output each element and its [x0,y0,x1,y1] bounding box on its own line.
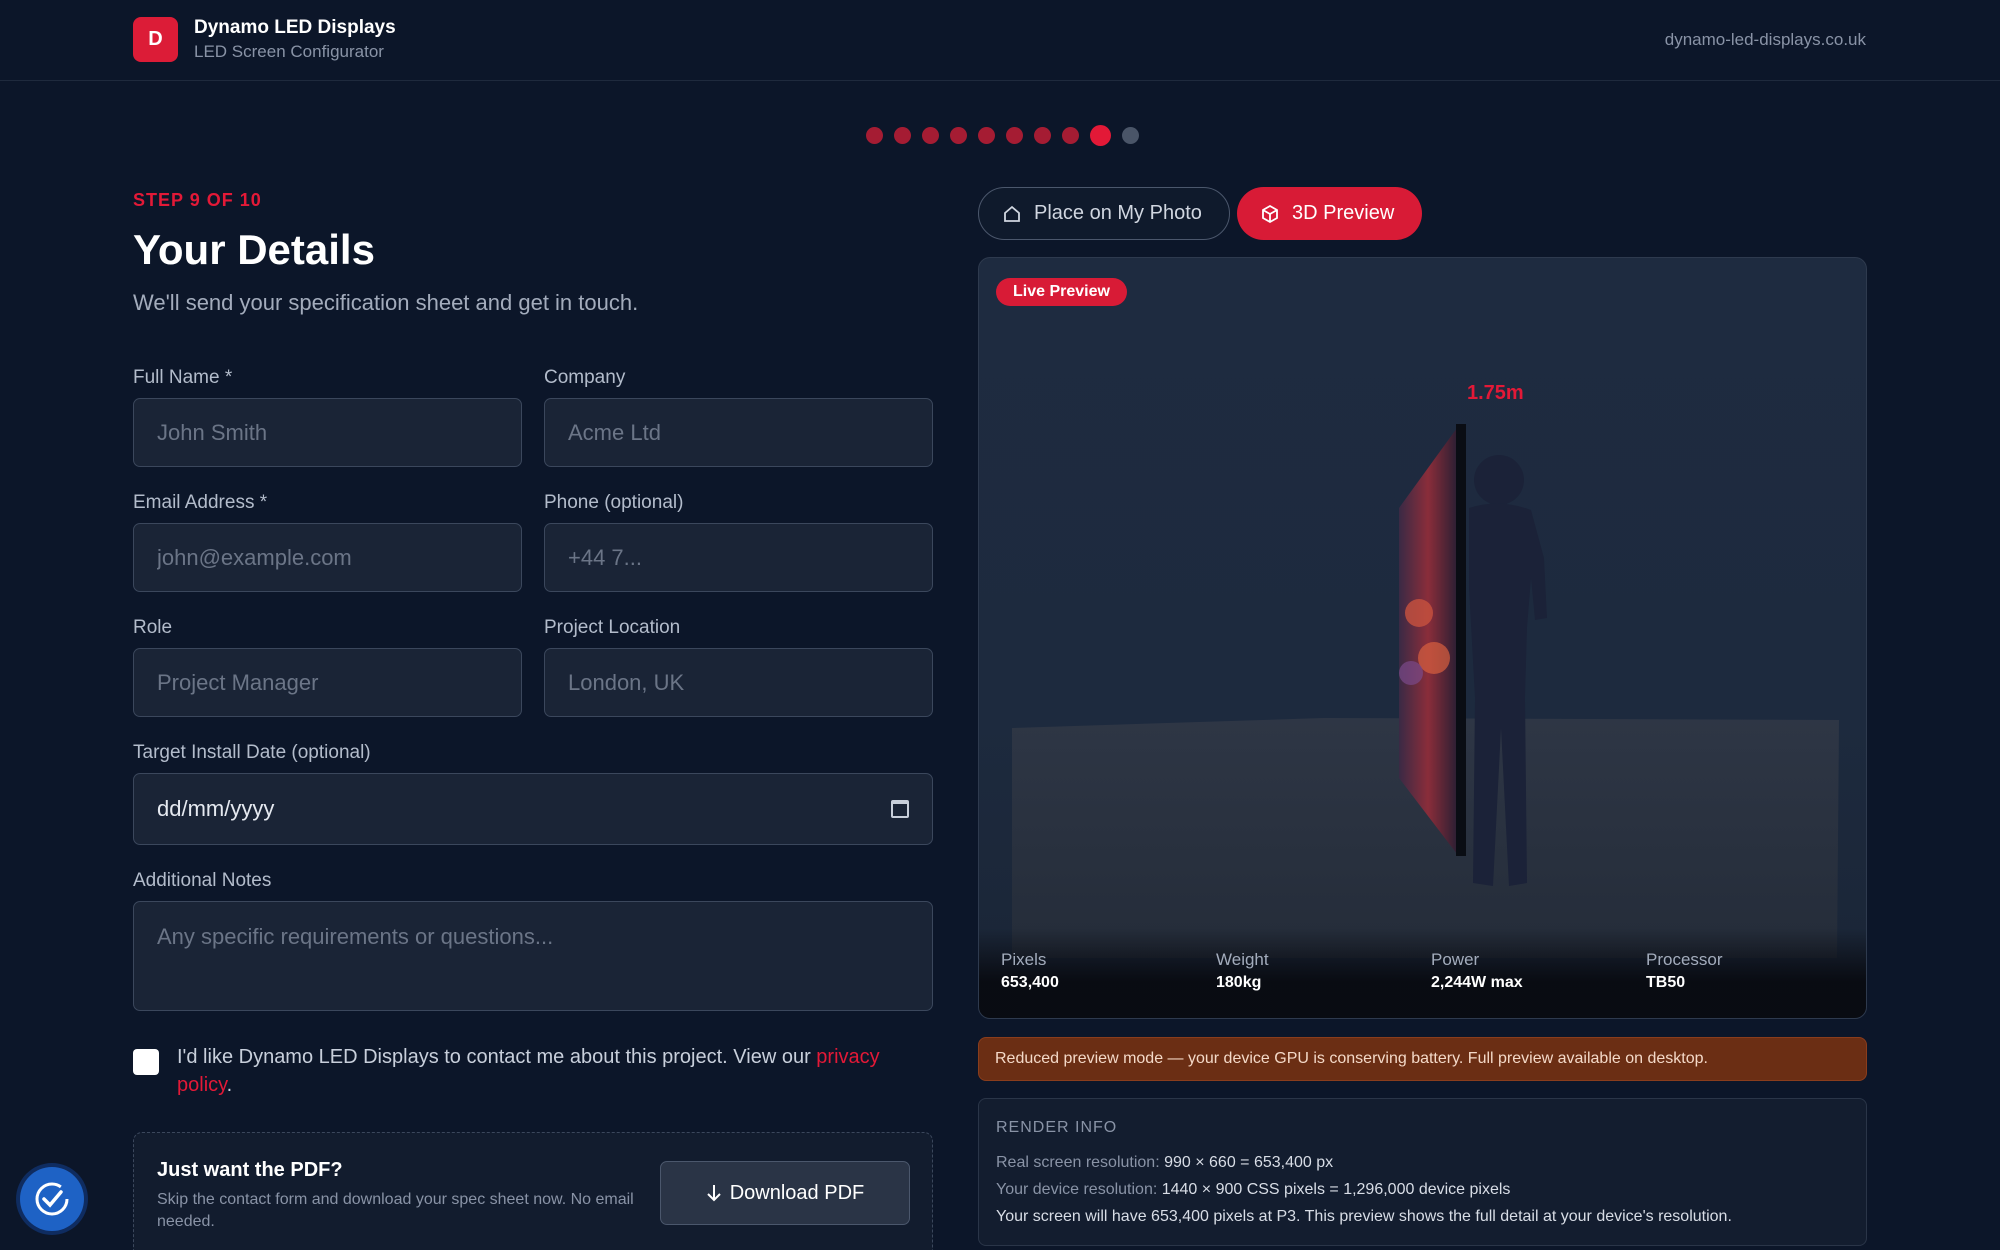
email-input[interactable] [133,523,522,592]
site-url-link[interactable]: dynamo-led-displays.co.uk [1665,30,1866,50]
phone-label: Phone (optional) [544,492,684,513]
pdf-download-panel: Just want the PDF? Skip the contact form… [133,1132,933,1250]
stat-processor-label: Processor [1646,950,1723,969]
company-input[interactable] [544,398,933,467]
stat-processor: Processor TB50 [1646,950,1723,992]
notes-textarea[interactable] [133,901,933,1011]
step-dot-1[interactable] [866,127,883,144]
consent-text-end: . [226,1074,233,1096]
stat-weight-value: 180kg [1216,974,1262,991]
screen-glow [1399,661,1423,685]
led-screen-edge [1456,424,1466,856]
render-info-value: 990 × 660 = 653,400 px [1164,1154,1334,1171]
render-info-label: Real screen resolution: [996,1154,1165,1171]
role-label: Role [133,617,173,638]
home-icon [1004,205,1020,222]
date-placeholder: dd/mm/yyyy [157,796,275,821]
stat-weight: Weight 180kg [1216,950,1269,992]
render-info-value: Your screen will have 653,400 pixels at … [996,1208,1732,1225]
email-label: Email Address * [133,492,268,513]
pdf-description: Skip the contact form and download your … [157,1191,634,1230]
accessibility-check-icon [35,1182,69,1216]
brand-logo[interactable]: D [133,17,178,62]
page-subtitle: We'll send your specification sheet and … [133,290,639,315]
screen-glow [1405,599,1433,627]
step-dot-4[interactable] [950,127,967,144]
height-annotation: 1.75m [1467,382,1524,404]
tab-3d-preview[interactable]: 3D Preview [1237,187,1422,240]
install-date-label: Target Install Date (optional) [133,742,371,763]
app-header: D Dynamo LED Displays LED Screen Configu… [0,0,2000,81]
calendar-icon[interactable] [891,800,909,818]
stat-pixels-value: 653,400 [1001,974,1059,991]
accessibility-button[interactable] [20,1167,84,1231]
screen-glow [1418,642,1450,674]
location-label: Project Location [544,617,681,638]
stat-power-label: Power [1431,950,1480,969]
phone-input[interactable] [544,523,933,592]
stat-pixels: Pixels 653,400 [1001,950,1059,992]
render-info-line: Your device resolution: 1440 × 900 CSS p… [996,1176,1849,1203]
step-dot-5[interactable] [978,127,995,144]
render-info-title: RENDER INFO [996,1119,1118,1136]
brand-name: Dynamo LED Displays [194,17,396,38]
stat-processor-value: TB50 [1646,974,1686,991]
stat-power-value: 2,244W max [1431,974,1523,991]
consent-checkbox[interactable] [133,1049,159,1075]
notes-label: Additional Notes [133,870,272,891]
step-dot-10[interactable] [1122,127,1139,144]
consent-text: I'd like Dynamo LED Displays to contact … [177,1043,917,1099]
pdf-title: Just want the PDF? [157,1159,343,1181]
stat-pixels-label: Pixels [1001,950,1047,969]
consent-text-body: I'd like Dynamo LED Displays to contact … [177,1046,817,1068]
render-info-panel: RENDER INFO Real screen resolution: 990 … [978,1098,1867,1246]
tab-3d-preview-label: 3D Preview [1292,202,1395,224]
render-info-value: 1440 × 900 CSS pixels = 1,296,000 device… [1161,1181,1511,1198]
full-name-input[interactable] [133,398,522,467]
step-dot-7[interactable] [1034,127,1051,144]
step-dot-8[interactable] [1062,127,1079,144]
install-date-input[interactable]: dd/mm/yyyy [133,773,933,845]
render-info-line: Real screen resolution: 990 × 660 = 653,… [996,1149,1849,1176]
page-title: Your Details [133,226,375,273]
step-label: STEP 9 OF 10 [133,190,262,210]
live-preview-badge: Live Preview [996,278,1127,306]
tab-place-on-photo[interactable]: Place on My Photo [978,187,1230,240]
preview-3d-scene[interactable] [979,258,1867,1019]
download-pdf-label: Download PDF [729,1181,865,1204]
spec-stats-bar: Pixels 653,400 Weight 180kg Power 2,244W… [979,928,1866,1018]
company-label: Company [544,367,626,388]
stat-weight-label: Weight [1216,950,1269,969]
render-info-line: Your screen will have 653,400 pixels at … [996,1203,1849,1230]
step-dot-6[interactable] [1006,127,1023,144]
location-input[interactable] [544,648,933,717]
brand-subtitle: LED Screen Configurator [194,42,384,61]
reduced-mode-warning: Reduced preview mode — your device GPU i… [978,1037,1867,1081]
full-name-label: Full Name * [133,367,233,388]
arrow-down-icon [707,1185,721,1202]
live-preview-panel[interactable]: Live Preview 1.75m Pixels 653,400 Weight… [978,257,1867,1019]
step-dot-3[interactable] [922,127,939,144]
download-pdf-button[interactable]: Download PDF [660,1161,910,1225]
role-input[interactable] [133,648,522,717]
step-dot-2[interactable] [894,127,911,144]
cube-icon [1262,204,1278,223]
render-info-label: Your device resolution: [996,1181,1162,1198]
tab-place-on-photo-label: Place on My Photo [1034,202,1202,224]
stat-power: Power 2,244W max [1431,950,1523,992]
step-progress [866,125,1139,146]
step-dot-9-current[interactable] [1090,125,1111,146]
